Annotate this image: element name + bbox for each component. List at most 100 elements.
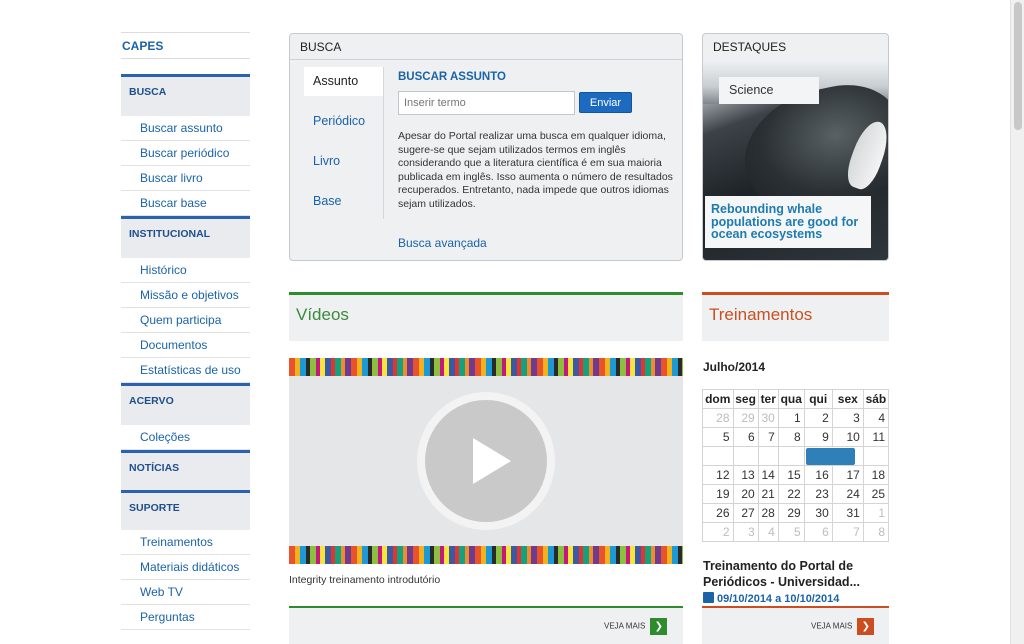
sidebar-item-documentos[interactable]: Documentos	[121, 333, 250, 358]
sidebar-item-buscar-assunto[interactable]: Buscar assunto	[121, 116, 250, 141]
video-stripe-top	[289, 358, 683, 376]
play-button[interactable]	[417, 392, 555, 530]
sidebar-section-institucional[interactable]: INSTITUCIONAL	[121, 216, 250, 258]
calendar-cell-empty	[862, 446, 890, 466]
tab-periodico[interactable]: Periódico	[304, 107, 384, 147]
calendar-day[interactable]: 23	[803, 484, 833, 504]
busca-panel: BUSCA Assunto Periódico Livro Base BUSCA…	[289, 33, 683, 261]
sidebar-item-buscar-livro[interactable]: Buscar livro	[121, 166, 250, 191]
calendar-day[interactable]: 14	[757, 465, 779, 485]
calendar-day[interactable]: 9	[803, 427, 833, 447]
calendar-day[interactable]: 5	[777, 522, 805, 542]
sidebar-capes-link[interactable]: CAPES	[121, 32, 250, 59]
calendar-day[interactable]: 1	[777, 408, 805, 428]
sidebar-item-web-tv[interactable]: Web TV	[121, 580, 250, 605]
sidebar-section-busca[interactable]: BUSCA	[121, 74, 250, 116]
page-scrollbar[interactable]	[1010, 0, 1024, 644]
calendar-day[interactable]: 3	[831, 408, 864, 428]
sidebar-item-missao[interactable]: Missão e objetivos	[121, 283, 250, 308]
calendar-week: 2 3 4 5 6 7 8	[702, 522, 890, 542]
sidebar-item-perguntas[interactable]: Perguntas	[121, 605, 250, 630]
calendar-event-bar[interactable]	[805, 447, 855, 465]
calendar-day[interactable]: 10	[831, 427, 864, 447]
calendar-day[interactable]: 17	[831, 465, 864, 485]
calendar-day[interactable]: 24	[831, 484, 864, 504]
calendar-day[interactable]: 4	[862, 408, 890, 428]
sidebar-item-materiais[interactable]: Materiais didáticos	[121, 555, 250, 580]
search-term-input[interactable]	[398, 91, 575, 115]
treinamentos-header: Treinamentos	[702, 292, 889, 341]
scrollbar-thumb[interactable]	[1014, 2, 1022, 130]
tab-base[interactable]: Base	[304, 187, 384, 227]
video-player[interactable]	[289, 358, 683, 564]
sidebar-item-buscar-periodico[interactable]: Buscar periódico	[121, 141, 250, 166]
calendar-day[interactable]: 11	[862, 427, 890, 447]
chevron-right-icon: ❯	[650, 618, 668, 635]
sidebar-item-treinamentos[interactable]: Treinamentos	[121, 530, 250, 555]
destaque-caption-link[interactable]: Rebounding whale populations are good fo…	[705, 196, 871, 248]
calendar-day[interactable]: 5	[702, 427, 734, 447]
training-event-title[interactable]: Treinamento do Portal de Periódicos - Un…	[703, 558, 889, 590]
calendar-day[interactable]: 20	[732, 484, 759, 504]
calendar-day[interactable]: 7	[757, 427, 779, 447]
calendar-day[interactable]: 30	[803, 503, 833, 523]
calendar-day[interactable]: 15	[777, 465, 805, 485]
training-calendar: dom seg ter qua qui sex sáb 28 29 30 1 2…	[702, 389, 890, 542]
calendar-day[interactable]: 26	[702, 503, 734, 523]
calendar-day[interactable]: 29	[732, 408, 759, 428]
videos-veja-mais-label: VEJA MAIS	[604, 621, 646, 631]
calendar-day[interactable]: 19	[702, 484, 734, 504]
calendar-day[interactable]: 4	[757, 522, 779, 542]
sidebar-item-buscar-base[interactable]: Buscar base	[121, 191, 250, 216]
calendar-day[interactable]: 25	[862, 484, 890, 504]
calendar-day[interactable]: 3	[732, 522, 759, 542]
busca-avancada-link[interactable]: Busca avançada	[398, 236, 487, 250]
calendar-day[interactable]: 2	[702, 522, 734, 542]
calendar-day[interactable]: 6	[803, 522, 833, 542]
tab-assunto[interactable]: Assunto	[304, 67, 384, 96]
calendar-day[interactable]: 22	[777, 484, 805, 504]
calendar-day[interactable]: 18	[862, 465, 890, 485]
training-event-date: 09/10/2014 a 10/10/2014	[703, 592, 839, 605]
sidebar-item-estatisticas[interactable]: Estatísticas de uso	[121, 358, 250, 383]
calendar-day[interactable]: 13	[732, 465, 759, 485]
calendar-icon	[703, 592, 714, 603]
calendar-day[interactable]: 29	[777, 503, 805, 523]
training-event-date-text: 09/10/2014 a 10/10/2014	[717, 593, 840, 605]
calendar-day[interactable]: 6	[732, 427, 759, 447]
calendar-week: 26 27 28 29 30 31 1	[702, 503, 890, 523]
play-icon	[425, 400, 547, 522]
weekday-qua: qua	[777, 389, 805, 409]
calendar-day[interactable]: 16	[803, 465, 833, 485]
sidebar-section-acervo[interactable]: ACERVO	[121, 383, 250, 425]
video-caption[interactable]: Integrity treinamento introdutório	[289, 574, 440, 586]
calendar-day[interactable]: 27	[732, 503, 759, 523]
calendar-day[interactable]: 21	[757, 484, 779, 504]
calendar-day[interactable]: 8	[862, 522, 890, 542]
calendar-day[interactable]: 1	[862, 503, 890, 523]
calendar-week: 19 20 21 22 23 24 25	[702, 484, 890, 504]
calendar-day[interactable]: 2	[803, 408, 833, 428]
sidebar-section-suporte[interactable]: SUPORTE	[121, 490, 250, 530]
calendar-day[interactable]: 28	[702, 408, 734, 428]
destaques-panel: DESTAQUES Science Rebounding whale popul…	[702, 33, 889, 261]
sidebar-item-quem-participa[interactable]: Quem participa	[121, 308, 250, 333]
calendar-day[interactable]: 30	[757, 408, 779, 428]
tab-livro[interactable]: Livro	[304, 147, 384, 187]
sidebar-section-noticias[interactable]: NOTÍCIAS	[121, 450, 250, 490]
destaque-image[interactable]: Science Rebounding whale populations are…	[703, 60, 888, 260]
treinamentos-veja-mais-link[interactable]: VEJA MAIS ❯	[811, 618, 875, 635]
sidebar-item-colecoes[interactable]: Coleções	[121, 425, 250, 450]
sidebar-item-historico[interactable]: Histórico	[121, 258, 250, 283]
calendar-day[interactable]: 8	[777, 427, 805, 447]
calendar-day[interactable]: 12	[702, 465, 734, 485]
videos-footer: VEJA MAIS ❯	[289, 606, 683, 644]
videos-veja-mais-link[interactable]: VEJA MAIS ❯	[604, 618, 668, 635]
calendar-day[interactable]: 31	[831, 503, 864, 523]
videos-title: Vídeos	[296, 305, 349, 324]
enviar-button[interactable]: Enviar	[579, 92, 632, 113]
busca-panel-header: BUSCA	[290, 34, 682, 60]
weekday-sex: sex	[831, 389, 864, 409]
calendar-day[interactable]: 28	[757, 503, 779, 523]
calendar-day[interactable]: 7	[831, 522, 864, 542]
